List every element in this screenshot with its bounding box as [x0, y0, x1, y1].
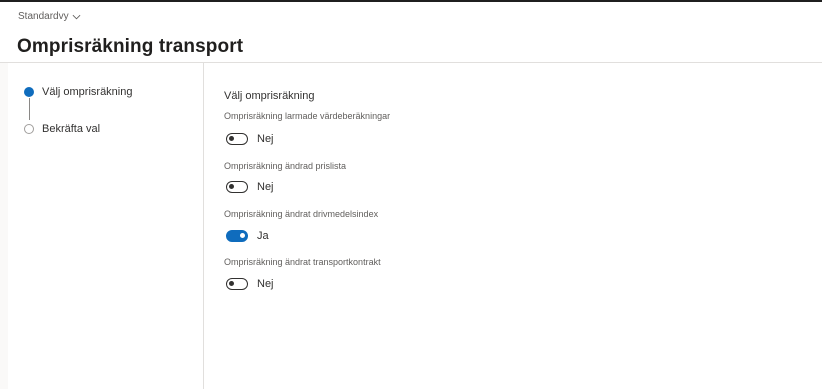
toggle-changed-fuel-index[interactable]: Ja: [226, 230, 269, 242]
content-pane: Välj omprisräkning Omprisräkning larmade…: [204, 63, 822, 389]
page-header: Standardvy Omprisräkning transport: [0, 2, 822, 63]
toggle-value-text: Nej: [257, 133, 274, 145]
view-selector-label: Standardvy: [18, 11, 69, 22]
toggle-value-text: Nej: [257, 278, 274, 290]
page-title: Omprisräkning transport: [17, 36, 244, 57]
field-label-changed-fuel-index: Omprisräkning ändrat drivmedelsindex: [224, 209, 379, 219]
step-confirm-selection[interactable]: Bekräfta val: [24, 123, 100, 135]
toggle-changed-pricelist[interactable]: Nej: [226, 181, 274, 193]
toggle-knob: [229, 184, 234, 189]
toggle-alarmed-valuations[interactable]: Nej: [226, 133, 274, 145]
toggle-changed-transport-contract[interactable]: Nej: [226, 278, 274, 290]
toggle-knob: [229, 136, 234, 141]
step-active-indicator-icon: [24, 87, 34, 97]
toggle-switch[interactable]: [226, 278, 248, 290]
field-label-changed-transport-contract: Omprisräkning ändrat transportkontrakt: [224, 257, 381, 267]
toggle-switch[interactable]: [226, 181, 248, 193]
chevron-down-icon: [72, 14, 81, 19]
toggle-value-text: Ja: [257, 230, 269, 242]
step-label: Välj omprisräkning: [42, 86, 133, 98]
field-label-changed-pricelist: Omprisräkning ändrad prislista: [224, 161, 347, 171]
toggle-knob: [240, 233, 245, 238]
step-label: Bekräfta val: [42, 123, 101, 135]
section-title: Välj omprisräkning: [224, 90, 315, 102]
step-pending-indicator-icon: [24, 124, 34, 134]
field-label-alarmed-valuations: Omprisräkning larmade värdeberäkningar: [224, 111, 391, 121]
step-connector: [29, 98, 30, 120]
toggle-switch[interactable]: [226, 230, 248, 242]
view-selector[interactable]: Standardvy: [18, 11, 81, 22]
toggle-knob: [229, 281, 234, 286]
steps-pane: Välj omprisräkning Bekräfta val: [8, 63, 204, 389]
toggle-switch[interactable]: [226, 133, 248, 145]
step-choose-repricing[interactable]: Välj omprisräkning: [24, 86, 132, 98]
toggle-value-text: Nej: [257, 181, 274, 193]
